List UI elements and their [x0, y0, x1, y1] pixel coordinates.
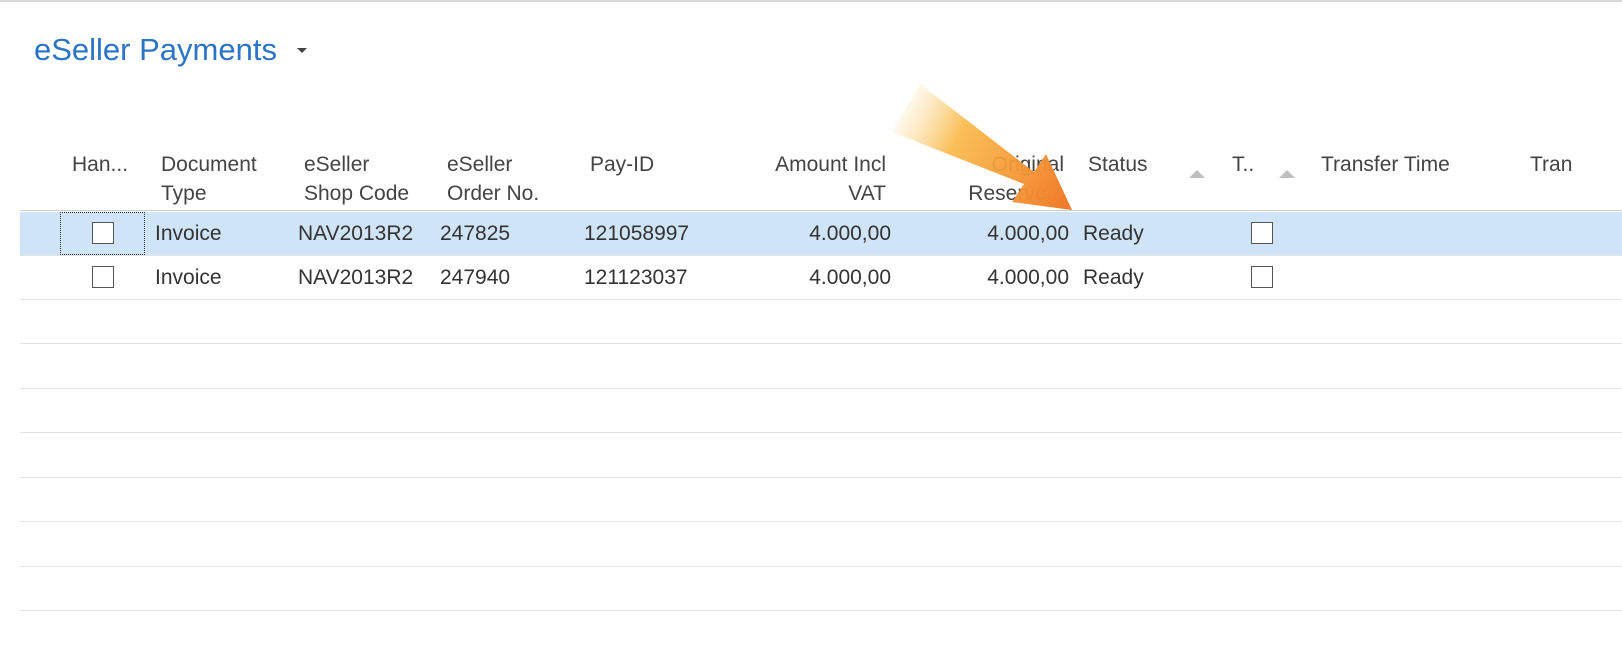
cell-original-reserved: 4.000,00 — [987, 222, 1069, 245]
header-order-no-line2: Order No. — [447, 182, 540, 205]
header-pay-id[interactable]: Pay-ID — [590, 150, 654, 179]
empty-row — [20, 345, 1622, 389]
header-handled[interactable]: Han... — [72, 150, 128, 179]
header-transfer-time[interactable]: Transfer Time — [1321, 150, 1450, 179]
header-transfer-time-label: Transfer Time — [1321, 153, 1450, 176]
cell-shop-code: NAV2013R2 — [298, 266, 414, 289]
header-shop-code-line1: eSeller — [304, 153, 370, 176]
header-amount-incl-vat[interactable]: Amount Incl VAT — [730, 150, 886, 208]
cell-shop-code: NAV2013R2 — [298, 222, 414, 245]
sort-ascending-icon[interactable] — [1279, 170, 1295, 178]
transferred-checkbox[interactable] — [1251, 266, 1273, 288]
empty-row — [20, 567, 1622, 611]
cell-order-no: 247940 — [440, 266, 511, 289]
header-pay-id-label: Pay-ID — [590, 153, 655, 176]
cell-original-reserved: 4.000,00 — [987, 266, 1069, 289]
header-order-no-line1: eSeller — [447, 153, 513, 176]
cell-amount: 4.000,00 — [809, 222, 891, 245]
header-divider — [20, 210, 1622, 211]
header-transferred[interactable]: T.. — [1232, 150, 1254, 179]
handled-checkbox[interactable] — [92, 266, 114, 288]
header-original-line1: Original — [991, 153, 1064, 176]
cell-pay-id: 121058997 — [584, 222, 690, 245]
header-document-type[interactable]: Document Type — [161, 150, 257, 208]
header-transferred-label: T.. — [1232, 153, 1255, 176]
page-title: eSeller Payments — [34, 32, 277, 67]
header-original-line2: Reserve... — [968, 182, 1064, 205]
table-row[interactable]: Invoice NAV2013R2 247940 121123037 4.000… — [20, 256, 1622, 300]
sort-ascending-icon[interactable] — [1189, 170, 1205, 178]
empty-row — [20, 434, 1622, 478]
header-order-no[interactable]: eSeller Order No. — [447, 150, 539, 208]
cell-document-type: Invoice — [155, 222, 222, 245]
header-document-type-line1: Document — [161, 153, 257, 176]
header-original-reserved[interactable]: Original Reserve... — [940, 150, 1064, 208]
header-document-type-line2: Type — [161, 182, 207, 205]
empty-row — [20, 300, 1622, 344]
header-handled-label: Han... — [72, 153, 129, 176]
header-status-label: Status — [1088, 153, 1148, 176]
header-next-column-label: Tran — [1530, 153, 1573, 176]
cell-pay-id: 121123037 — [584, 266, 688, 289]
header-status[interactable]: Status — [1088, 150, 1148, 179]
header-amount-line1: Amount Incl — [775, 153, 886, 176]
header-shop-code[interactable]: eSeller Shop Code — [304, 150, 409, 208]
cell-order-no: 247825 — [440, 222, 511, 245]
transferred-checkbox[interactable] — [1251, 222, 1273, 244]
handled-checkbox[interactable] — [92, 222, 114, 244]
cell-amount: 4.000,00 — [809, 266, 891, 289]
empty-row — [20, 389, 1622, 433]
header-amount-line2: VAT — [848, 182, 886, 205]
table-row[interactable]: Invoice NAV2013R2 247825 121058997 4.000… — [20, 212, 1622, 256]
header-next-column[interactable]: Tran — [1530, 150, 1572, 179]
cell-document-type: Invoice — [155, 266, 222, 289]
payments-page: eSeller Payments Han... Document Type eS… — [0, 0, 1622, 664]
chevron-down-icon[interactable] — [296, 47, 307, 53]
cell-status: Ready — [1083, 222, 1144, 245]
empty-row — [20, 523, 1622, 567]
header-shop-code-line2: Shop Code — [304, 182, 410, 205]
empty-row — [20, 478, 1622, 522]
column-headers: Han... Document Type eSeller Shop Code e… — [0, 150, 1622, 210]
page-title-dropdown[interactable]: eSeller Payments — [34, 32, 307, 68]
cell-status: Ready — [1083, 266, 1144, 289]
